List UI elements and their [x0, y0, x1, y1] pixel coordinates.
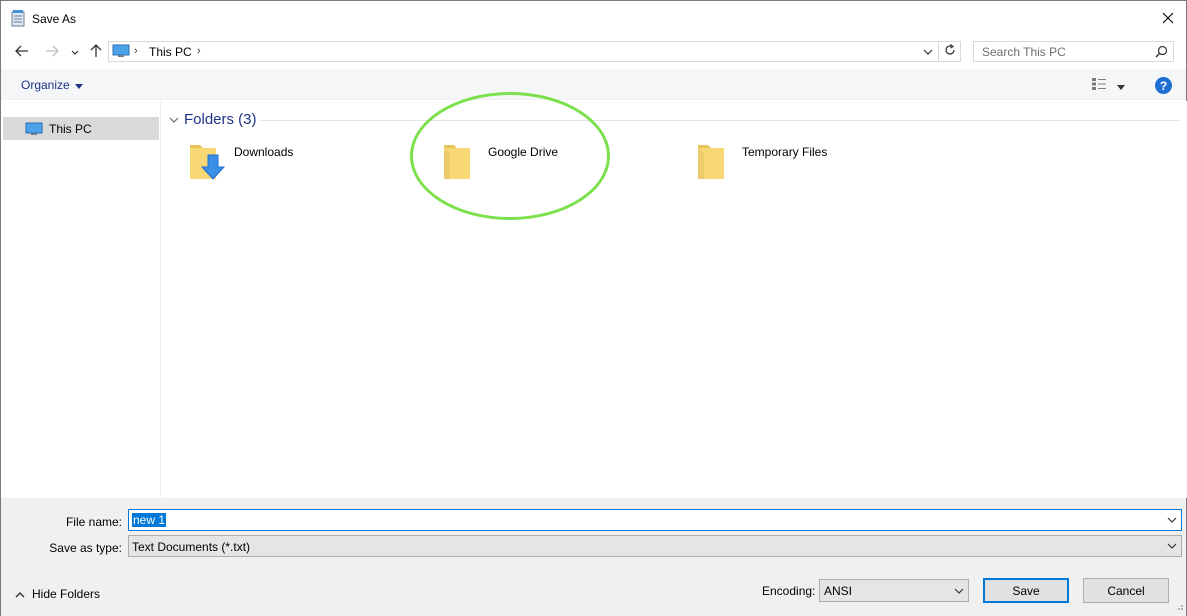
navigation-pane: This PC	[1, 101, 161, 498]
title-bar: Save As	[1, 1, 1186, 37]
folder-item-downloads[interactable]: Downloads	[188, 141, 418, 189]
recent-locations-button[interactable]	[66, 43, 84, 61]
forward-arrow-icon	[45, 45, 59, 60]
folder-icon	[442, 141, 482, 186]
command-bar: Organize ?	[1, 69, 1186, 100]
encoding-label: Encoding:	[762, 584, 816, 598]
window-title: Save As	[32, 12, 77, 26]
search-icon[interactable]	[1155, 45, 1168, 61]
cancel-button[interactable]: Cancel	[1083, 578, 1169, 603]
save-form: File name: new 1 Save as type: Text Docu…	[1, 498, 1186, 616]
navpane-item-label: This PC	[49, 121, 92, 136]
dropdown-caret-icon	[74, 78, 83, 92]
group-label: Folders (3)	[184, 111, 257, 128]
organize-menu-button[interactable]: Organize	[21, 78, 83, 92]
filename-label: File name:	[65, 515, 122, 529]
breadcrumb-this-pc[interactable]: This PC	[149, 45, 192, 59]
organize-label: Organize	[21, 78, 70, 92]
save-as-type-select[interactable]: Text Documents (*.txt)	[128, 535, 1182, 557]
encoding-value: ANSI	[824, 584, 853, 598]
search-placeholder: Search This PC	[982, 45, 1066, 59]
resize-grip-icon[interactable]	[1174, 600, 1184, 614]
hide-folders-button[interactable]: Hide Folders	[15, 587, 100, 601]
folder-item-temporary-files[interactable]: Temporary Files	[696, 141, 926, 189]
chevron-down-icon	[71, 45, 79, 59]
hide-folders-label: Hide Folders	[32, 587, 101, 601]
file-list: Folders (3) Downloads Google Drive Tempo…	[162, 92, 1187, 498]
breadcrumb-separator[interactable]: ›	[197, 45, 201, 57]
view-options-icon	[1091, 77, 1107, 94]
group-divider	[260, 120, 1180, 121]
address-history-button[interactable]	[920, 44, 936, 60]
navpane-item-this-pc[interactable]: This PC	[3, 117, 159, 140]
folder-name: Google Drive	[488, 145, 559, 159]
filename-field[interactable]: new 1	[128, 509, 1182, 531]
close-button[interactable]	[1150, 1, 1186, 37]
folder-item-google-drive[interactable]: Google Drive	[442, 141, 672, 189]
up-button[interactable]	[87, 43, 105, 61]
chevron-down-icon	[1117, 79, 1125, 93]
chevron-down-icon	[954, 584, 964, 601]
folder-name: Downloads	[234, 145, 294, 159]
navigation-bar: › This PC › Search This PC	[1, 37, 1186, 67]
view-options-button[interactable]	[1091, 77, 1125, 94]
breadcrumb-separator[interactable]: ›	[134, 45, 138, 57]
forward-button[interactable]	[43, 43, 61, 61]
chevron-up-icon	[15, 587, 25, 601]
filename-value[interactable]: new 1	[132, 513, 167, 527]
search-input[interactable]: Search This PC	[973, 41, 1174, 62]
help-icon: ?	[1159, 78, 1168, 93]
folders-group-header[interactable]: Folders (3)	[169, 111, 257, 128]
type-value: Text Documents (*.txt)	[132, 540, 251, 554]
this-pc-icon	[25, 122, 43, 136]
chevron-down-icon[interactable]	[1167, 513, 1177, 530]
chevron-down-icon	[1167, 539, 1177, 556]
folder-name: Temporary Files	[742, 145, 828, 159]
back-button[interactable]	[13, 43, 31, 61]
close-icon	[1162, 12, 1174, 27]
notepad-icon	[11, 10, 25, 27]
collapse-chevron-icon	[169, 111, 179, 128]
folder-icon	[696, 141, 736, 186]
save-button[interactable]: Save	[983, 578, 1069, 603]
back-arrow-icon	[15, 45, 29, 60]
refresh-button[interactable]	[938, 41, 960, 62]
address-bar[interactable]: › This PC ›	[108, 41, 961, 62]
up-arrow-icon	[90, 43, 102, 61]
refresh-icon	[944, 44, 956, 59]
this-pc-icon	[112, 44, 130, 61]
downloads-folder-icon	[188, 141, 228, 186]
type-label: Save as type:	[49, 541, 122, 555]
save-as-dialog: Save As › This PC › Search This PC Organ…	[0, 0, 1187, 616]
help-button[interactable]: ?	[1155, 77, 1172, 94]
encoding-select[interactable]: ANSI	[819, 579, 969, 602]
